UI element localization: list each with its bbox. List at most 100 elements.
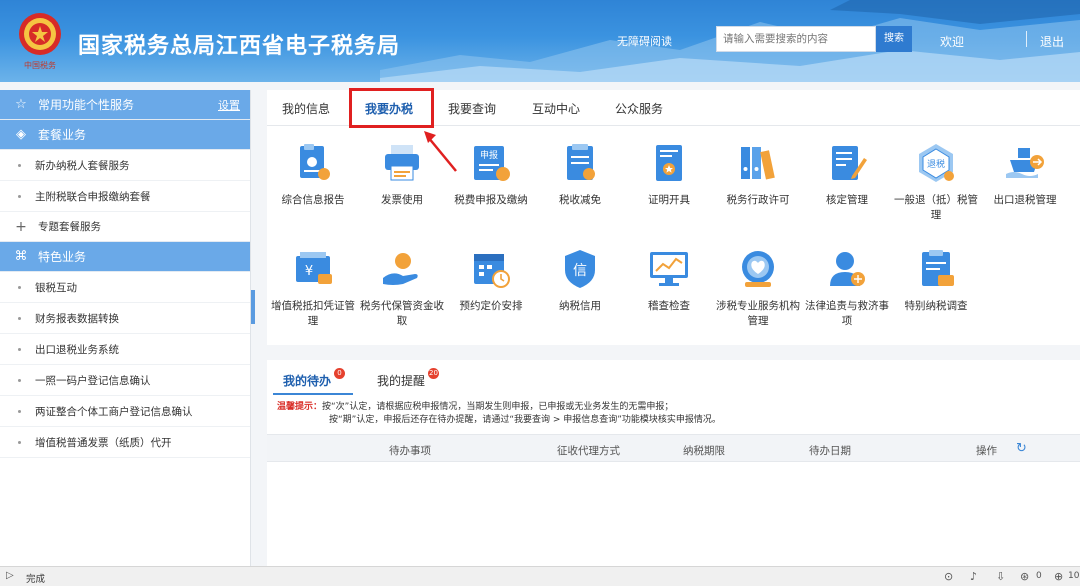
warm-tip: 温馨提示：按“次”认定，请根据应税申报情况，当期发生则申报，已申报或无业务发生的…	[277, 401, 721, 427]
sidebar-item-label: 两证整合个体工商户登记信息确认	[35, 405, 193, 418]
func-agency-management[interactable]: 涉税专业服务机构管理	[715, 248, 801, 329]
func-export-refund[interactable]: 出口退税管理	[982, 142, 1068, 208]
legal-icon	[830, 252, 865, 286]
tax-emblem-icon: 中国税务	[19, 13, 61, 70]
calendar-clock-icon	[474, 254, 510, 288]
func-label: 特别纳税调查	[904, 300, 968, 312]
welcome-text: 欢迎	[940, 35, 965, 49]
sidebar-collapse-handle[interactable]	[251, 290, 255, 324]
tab-my-todo[interactable]: 我的待办	[283, 372, 331, 389]
svg-text:申报: 申报	[480, 149, 498, 161]
sidebar-item-featured-2[interactable]: 出口退税业务系统	[0, 334, 250, 365]
col-tax-period: 纳税期限	[683, 445, 725, 457]
sidebar-item-featured-3[interactable]: 一照一码户登记信息确认	[0, 365, 250, 396]
sidebar-item-featured-4[interactable]: 两证整合个体工商户登记信息确认	[0, 396, 250, 427]
sidebar-featured-business-label: 特色业务	[38, 250, 87, 264]
tab-interaction[interactable]: 互动中心	[532, 100, 580, 117]
agency-icon	[742, 251, 774, 287]
zoom-icon[interactable]: ⊕	[1054, 570, 1063, 583]
sidebar-item-featured-5[interactable]: 增值税普通发票（纸质）代开	[0, 427, 250, 458]
sidebar-special-package[interactable]: + 专题套餐服务	[0, 212, 250, 242]
sidebar-featured-business[interactable]: ⌘ 特色业务	[0, 242, 250, 272]
svg-text:信: 信	[573, 263, 587, 279]
svg-text:退税: 退税	[927, 158, 945, 170]
bullet-icon	[18, 163, 21, 167]
logout-link[interactable]: 退出	[1040, 33, 1064, 50]
site-title: 国家税务总局江西省电子税务局	[78, 34, 401, 59]
investigation-icon	[922, 250, 954, 286]
bullet-icon	[18, 347, 21, 351]
func-label: 核定管理	[826, 194, 868, 206]
sidebar-item-label: 新办纳税人套餐服务	[35, 159, 130, 172]
pointer-arrow-icon	[424, 131, 457, 172]
sidebar-item-package-0[interactable]: 新办纳税人套餐服务	[0, 150, 250, 181]
func-pricing-arrangement[interactable]: 预约定价安排	[448, 248, 534, 314]
plus-icon: +	[15, 218, 27, 235]
func-label: 综合信息报告	[281, 194, 345, 206]
sidebar-item-package-1[interactable]: 主附税联合申报缴纳套餐	[0, 181, 250, 212]
report-icon	[300, 144, 330, 180]
function-panel: 我的信息 我要办税 我要查询 互动中心 公众服务 综合信息报告 发票使用 申报 …	[267, 90, 1080, 345]
func-tax-credit[interactable]: 信 纳税信用	[537, 248, 623, 314]
col-todo-date: 待办日期	[809, 445, 851, 457]
reminder-badge: 20	[428, 368, 439, 379]
download-icon[interactable]: ⇩	[996, 570, 1005, 583]
func-label: 预约定价安排	[459, 300, 523, 312]
sidebar: ☆ 常用功能个性服务 设置 ◈ 套餐业务 新办纳税人套餐服务 主附税联合申报缴纳…	[0, 90, 251, 566]
func-legal-remedy[interactable]: 法律追责与救济事项	[804, 248, 890, 329]
sidebar-package-business[interactable]: ◈ 套餐业务	[0, 120, 250, 150]
refresh-icon[interactable]: ↻	[1016, 441, 1027, 456]
func-tax-declaration[interactable]: 申报 税费申报及缴纳	[448, 142, 534, 208]
sidebar-common-services[interactable]: ☆ 常用功能个性服务 设置	[0, 90, 250, 120]
func-verification[interactable]: 核定管理	[804, 142, 890, 208]
edit-doc-icon	[832, 146, 867, 180]
tab-public-service[interactable]: 公众服务	[615, 100, 663, 117]
todo-tab-underline	[273, 393, 353, 395]
sidebar-common-services-label: 常用功能个性服务	[38, 98, 135, 112]
search-button[interactable]: 搜索	[876, 26, 912, 52]
func-special-investigation[interactable]: 特别纳税调查	[893, 248, 979, 314]
site-header: 中国税务 国家税务总局江西省电子税务局 无障碍阅读 搜索 欢迎 退出	[0, 0, 1080, 82]
star-icon: ☆	[15, 97, 27, 112]
func-comprehensive-report[interactable]: 综合信息报告	[270, 142, 356, 208]
func-certificate[interactable]: 证明开具	[626, 142, 712, 208]
refund-icon: 退税	[919, 144, 954, 182]
search-input[interactable]	[717, 27, 875, 51]
settings-link[interactable]: 设置	[218, 97, 240, 113]
shield-check-icon[interactable]: ⊙	[944, 570, 953, 583]
ie-icon[interactable]: ⊛	[1020, 570, 1029, 583]
sidebar-item-featured-1[interactable]: 财务报表数据转换	[0, 303, 250, 334]
search-box[interactable]	[716, 26, 876, 52]
func-admin-license[interactable]: 税务行政许可	[715, 142, 801, 208]
tip-line-1: 按“次”认定，请根据应税申报情况，当期发生则申报，已申报或无业务发生的无需申报；	[322, 402, 674, 412]
func-vat-deduction[interactable]: ¥ 增值税抵扣凭证管理	[270, 248, 356, 329]
tip-line-2: 按“期”认定，申报后还存在待办提醒，请通过“我要查询 > 申报信息查询”功能模块…	[329, 415, 721, 425]
func-label: 税务行政许可	[726, 194, 790, 206]
func-label: 税务代保管资金收取	[360, 300, 444, 327]
func-fund-custody[interactable]: 税务代保管资金收取	[359, 248, 445, 329]
func-general-refund[interactable]: 退税 一般退（抵）税管理	[893, 142, 979, 223]
tax-relief-icon	[567, 144, 595, 180]
grid-icon: ⌘	[14, 249, 28, 264]
bullet-icon	[18, 409, 21, 413]
binders-icon	[741, 147, 775, 180]
func-label: 纳税信用	[559, 300, 601, 312]
speaker-icon[interactable]: ♪	[970, 570, 977, 583]
tab-query[interactable]: 我要查询	[448, 100, 496, 117]
tab-my-reminder[interactable]: 我的提醒	[377, 372, 425, 389]
status-text: 完成	[26, 574, 46, 585]
bullet-icon	[18, 378, 21, 382]
sidebar-item-label: 一照一码户登记信息确认	[35, 374, 151, 387]
func-label: 发票使用	[381, 194, 423, 206]
certificate-icon	[656, 145, 682, 181]
func-inspection[interactable]: 稽查检查	[626, 248, 712, 314]
todo-table-header: 待办事项 征收代理方式 纳税期限 待办日期 操作 ↻	[267, 434, 1080, 462]
hand-money-icon	[383, 253, 418, 285]
play-icon: ▷	[6, 570, 14, 581]
func-label: 税收减免	[559, 194, 601, 206]
tab-my-info[interactable]: 我的信息	[282, 100, 330, 117]
func-tax-relief[interactable]: 税收减免	[537, 142, 623, 208]
accessible-reading-link[interactable]: 无障碍阅读	[617, 33, 672, 49]
sidebar-item-featured-0[interactable]: 银税互动	[0, 272, 250, 303]
sidebar-item-label: 出口退税业务系统	[35, 343, 119, 356]
